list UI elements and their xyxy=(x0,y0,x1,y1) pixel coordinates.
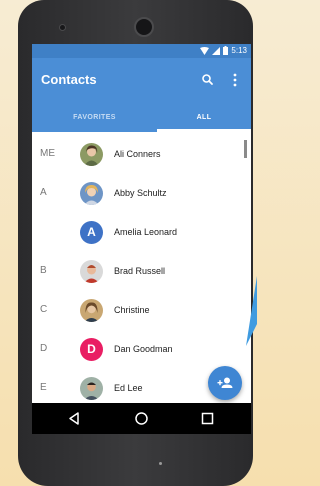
section-letter: ME xyxy=(40,148,55,159)
back-button[interactable] xyxy=(66,410,83,427)
avatar-initial: D xyxy=(87,342,96,356)
section-letter: D xyxy=(40,343,48,354)
avatar: A xyxy=(80,221,103,244)
back-icon xyxy=(69,412,79,425)
contact-row-abby-schultz[interactable]: A Abby Schultz xyxy=(32,174,251,213)
tab-favorites[interactable]: FAVORITES xyxy=(32,104,157,132)
section-letter: E xyxy=(40,382,47,393)
more-vert-icon xyxy=(233,73,237,87)
avatar-initial: A xyxy=(87,225,96,239)
status-bar: 5:13 xyxy=(32,44,251,58)
section-letter: C xyxy=(40,304,48,315)
contact-name: Christine xyxy=(114,305,150,315)
recents-button[interactable] xyxy=(199,410,216,427)
add-contact-button[interactable] xyxy=(208,366,242,400)
contact-name: Dan Goodman xyxy=(114,344,173,354)
front-camera xyxy=(59,24,66,31)
callout-pointer xyxy=(246,276,257,346)
home-button[interactable] xyxy=(133,410,150,427)
contact-row-christine[interactable]: C Christine xyxy=(32,291,251,330)
notification-led xyxy=(159,462,162,465)
contact-name: Brad Russell xyxy=(114,266,166,276)
section-letter: A xyxy=(40,187,47,198)
tab-all[interactable]: ALL xyxy=(157,104,251,132)
search-button[interactable] xyxy=(198,70,218,90)
avatar xyxy=(80,260,103,283)
contact-row-brad-russell[interactable]: B Brad Russell xyxy=(32,252,251,291)
search-icon xyxy=(202,74,213,85)
app-bar: Contacts xyxy=(32,58,251,104)
phone-screen: 5:13 Contacts FAVORITES ALL ME Ali Conne… xyxy=(32,44,251,434)
avatar xyxy=(80,143,103,166)
signal-icon xyxy=(212,46,221,55)
tab-bar: FAVORITES ALL xyxy=(32,104,251,132)
avatar xyxy=(80,377,103,400)
wifi-icon xyxy=(200,46,210,55)
contact-row-amelia-leonard[interactable]: A Amelia Leonard xyxy=(32,213,251,252)
earpiece-speaker xyxy=(134,17,154,37)
contact-row-dan-goodman[interactable]: D D Dan Goodman xyxy=(32,330,251,369)
contact-name: Ed Lee xyxy=(114,383,143,393)
selected-tab-indicator xyxy=(157,129,251,132)
contact-name: Ali Conners xyxy=(114,149,161,159)
section-letter: B xyxy=(40,265,47,276)
avatar: D xyxy=(80,338,103,361)
home-icon xyxy=(135,412,148,425)
contact-row-ali-conners[interactable]: ME Ali Conners xyxy=(32,135,251,174)
more-options-button[interactable] xyxy=(228,70,242,90)
contact-list: ME Ali Conners A Abby Schultz A Amelia L… xyxy=(32,135,251,403)
contact-name: Abby Schultz xyxy=(114,188,167,198)
avatar xyxy=(80,182,103,205)
status-time: 5:13 xyxy=(231,46,247,55)
add-person-icon xyxy=(217,377,233,388)
battery-icon xyxy=(223,46,229,55)
page-title: Contacts xyxy=(41,72,97,87)
recents-icon xyxy=(201,412,214,425)
avatar xyxy=(80,299,103,322)
contact-name: Amelia Leonard xyxy=(114,227,178,237)
navigation-bar xyxy=(32,403,251,434)
